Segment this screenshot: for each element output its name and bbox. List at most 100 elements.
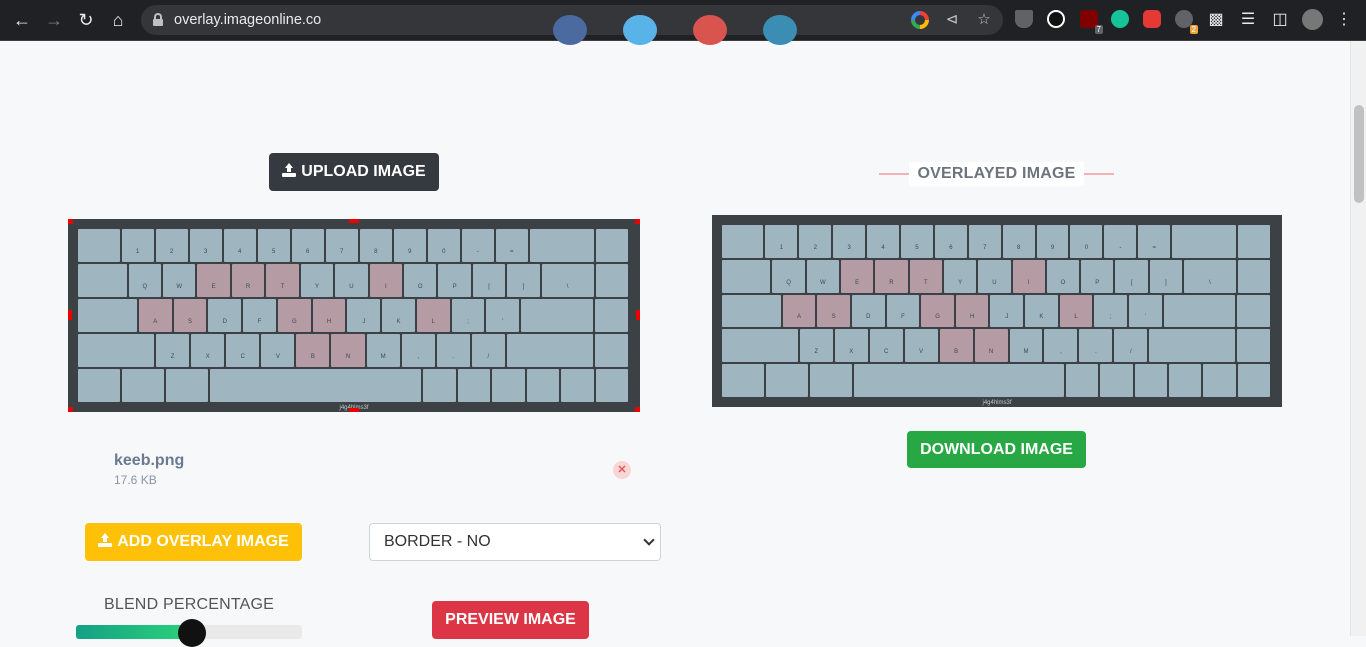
keyboard-key: U: [335, 264, 368, 297]
keyboard-key: [: [472, 264, 506, 297]
keyboard-key: Y: [943, 259, 977, 293]
pinterest-share-icon[interactable]: [693, 15, 727, 45]
add-overlay-image-button[interactable]: ADD OVERLAY IMAGE: [85, 523, 302, 561]
keyboard-key: E: [197, 264, 230, 297]
keyboard-key: O: [404, 264, 437, 297]
keyboard-key: [1237, 259, 1270, 293]
keyboard-key: [423, 369, 456, 402]
keyboard-key: 6: [934, 225, 967, 258]
reader-badge: 2: [1189, 25, 1198, 34]
keyboard-key: \: [1184, 259, 1236, 293]
profile-avatar[interactable]: [1302, 9, 1323, 30]
keyboard-key: 9: [1036, 225, 1069, 258]
keyboard-key: S: [173, 299, 207, 332]
upload-icon: [98, 533, 113, 547]
keyboard-key: [854, 364, 1065, 397]
shield-extension-icon[interactable]: [1015, 10, 1033, 28]
side-panel-icon[interactable]: ◫: [1270, 10, 1290, 30]
keyboard-key: [1237, 225, 1270, 258]
keyboard-key: [722, 364, 764, 397]
keyboard-key: [78, 299, 137, 332]
more-menu-icon[interactable]: ⋮: [1334, 10, 1354, 30]
crop-handle-bottom-left[interactable]: [68, 407, 73, 412]
keyboard-key: 0: [1070, 225, 1103, 258]
twitter-share-icon[interactable]: [623, 15, 657, 45]
keyboard-key: [1149, 329, 1235, 363]
url-text[interactable]: overlay.imageonline.co: [174, 12, 321, 28]
extensions-puzzle-icon[interactable]: ▩: [1206, 10, 1226, 30]
media-queue-icon[interactable]: ☰: [1238, 10, 1258, 30]
keyboard-key: P: [438, 264, 471, 297]
crop-handle-bottom[interactable]: [349, 408, 359, 412]
keyboard-key: [595, 299, 628, 332]
border-select[interactable]: BORDER - NO: [369, 523, 661, 561]
keyboard-key: [722, 225, 764, 258]
keyboard-key: ]: [507, 264, 540, 297]
keyboard-key: D: [208, 299, 242, 332]
video-speed-extension-icon[interactable]: [1143, 10, 1161, 28]
remove-file-icon[interactable]: ✕: [613, 461, 631, 479]
blend-slider-handle[interactable]: [178, 619, 206, 647]
lock-icon[interactable]: [153, 13, 163, 26]
file-size: 17.6 KB: [114, 473, 157, 487]
keyboard-key: 7: [325, 229, 358, 262]
keyboard-key: X: [191, 334, 225, 367]
crop-handle-right[interactable]: [636, 310, 640, 320]
upload-image-button[interactable]: UPLOAD IMAGE: [269, 153, 439, 191]
ninja-extension-icon[interactable]: [1047, 10, 1065, 28]
keyboard-key: 5: [257, 229, 290, 262]
keyboard-key: [1066, 364, 1099, 397]
keyboard-key: [: [1115, 259, 1148, 293]
keyboard-key: L: [416, 299, 450, 332]
keyboard-key: -: [1104, 225, 1137, 258]
keyboard-key: ]: [1149, 259, 1182, 293]
image-watermark: j4g4hlms3f: [982, 400, 1012, 406]
download-image-button[interactable]: DOWNLOAD IMAGE: [907, 431, 1086, 468]
keyboard-key: E: [841, 259, 874, 293]
border-select-value: BORDER - NO: [384, 533, 491, 550]
keyboard-key: V: [261, 334, 295, 367]
base-image-preview[interactable]: 1 2 3 4 5 6 7 8 9 0- = Q W E R T Y U I O P[] \ A S D F G H J K L; ' Z X C V…: [68, 219, 640, 412]
keyboard-key: [122, 369, 165, 402]
facebook-share-icon[interactable]: [553, 15, 587, 45]
scrollbar-thumb[interactable]: [1354, 105, 1364, 203]
share-icon[interactable]: ⊲: [943, 11, 961, 29]
keyboard-key: [722, 259, 771, 293]
heading-rule-left: [879, 173, 909, 175]
crop-handle-top[interactable]: [349, 219, 359, 223]
back-icon[interactable]: ←: [10, 8, 34, 32]
bookmark-star-icon[interactable]: ☆: [975, 11, 993, 29]
ublock-extension-icon[interactable]: 7: [1080, 10, 1103, 34]
blend-percentage-label: BLEND PERCENTAGE: [103, 596, 275, 613]
forward-icon[interactable]: →: [42, 8, 66, 32]
home-icon[interactable]: ⌂: [106, 8, 130, 32]
keyboard-key: 2: [155, 229, 188, 262]
crop-handle-top-left[interactable]: [68, 219, 73, 224]
google-icon[interactable]: [911, 11, 929, 29]
keyboard-key: I: [1012, 259, 1045, 293]
page-content: UPLOAD IMAGE 1 2 3 4 5 6 7 8 9 0- = Q W E R T Y U I O P[] \ A S…: [0, 15, 1350, 647]
keyboard-key: L: [1059, 294, 1093, 328]
keyboard-key: [595, 264, 628, 297]
page-scrollbar[interactable]: [1350, 41, 1366, 636]
reload-icon[interactable]: ↻: [74, 8, 98, 32]
keyboard-row: [722, 364, 1272, 397]
linkedin-share-icon[interactable]: [763, 15, 797, 45]
keyboard-key: [595, 369, 628, 402]
ublock-badge: 7: [1094, 25, 1103, 34]
keyboard-key: [492, 369, 525, 402]
crop-handle-left[interactable]: [68, 310, 72, 320]
preview-image-button[interactable]: PREVIEW IMAGE: [432, 601, 589, 639]
reader-extension-icon[interactable]: 2: [1175, 10, 1198, 34]
keyboard-key: ;: [451, 299, 485, 332]
keyboard-key: ,: [401, 334, 435, 367]
grammarly-extension-icon[interactable]: [1111, 10, 1129, 28]
keyboard-key: [1203, 364, 1236, 397]
keyboard-key: 7: [968, 225, 1001, 258]
keyboard-key: [595, 229, 628, 262]
keyboard-key: [526, 369, 560, 402]
keyboard-key: =: [1138, 225, 1171, 258]
crop-handle-top-right[interactable]: [635, 219, 640, 224]
upload-icon: [282, 163, 297, 177]
crop-handle-bottom-right[interactable]: [635, 407, 640, 412]
